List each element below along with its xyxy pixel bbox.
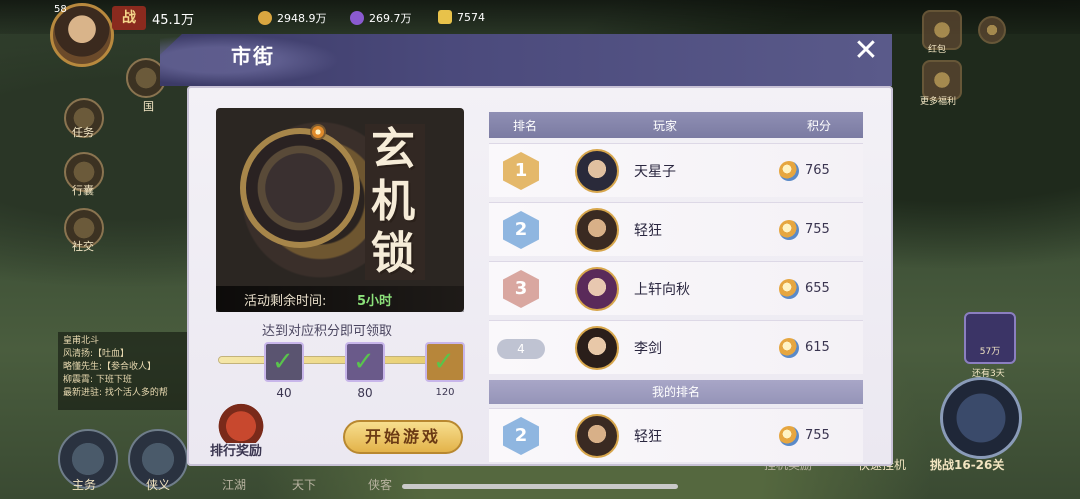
ranking-row[interactable]: 2 轻狂 755 [489, 202, 863, 256]
chat-line: 略懂先生:【参合收人】 [63, 362, 157, 372]
rank-reward-label[interactable]: 排行奖励 [210, 440, 262, 459]
coin-event-box[interactable]: 57万 [964, 312, 1016, 364]
chat-line: 柳震霄: 下班下班 [63, 375, 132, 385]
red-packet-label: 红包 [928, 45, 947, 55]
side-menu-social-label: 社交 [72, 240, 94, 253]
bronze-medal-icon: 3 [503, 270, 539, 308]
my-rank-title: 我的排名 [489, 380, 863, 404]
currency-value: 269.7万 [369, 12, 412, 25]
ranking-header: 排名 玩家 积分 [489, 112, 863, 138]
avatar[interactable] [575, 326, 619, 370]
avatar[interactable] [575, 208, 619, 252]
power-value: 45.1万 [152, 13, 194, 28]
milestone-value: 40 [276, 386, 292, 400]
score-coin-icon [779, 338, 799, 358]
chat-line: 风清扬:【吐血】 [63, 349, 130, 359]
check-icon: ✓ [272, 347, 294, 377]
player-name: 李剑 [634, 341, 662, 357]
start-game-button[interactable]: 开始游戏 [343, 420, 463, 454]
settings-icon[interactable] [978, 16, 1006, 44]
challenge-swords-icon[interactable] [940, 377, 1022, 459]
score-coin-icon [779, 161, 799, 181]
challenge-label[interactable]: 挑战16-26关 [930, 456, 1004, 473]
reward-bag-icon[interactable] [214, 401, 268, 443]
ranking-row[interactable]: 1 天星子 765 [489, 143, 863, 197]
chat-line: 最新进驻: 找个活人多的帮 [63, 388, 168, 398]
player-name: 上轩向秋 [634, 282, 690, 298]
chat-line: 皇甫北斗 [63, 336, 100, 346]
currency-copper[interactable]: 2948.9万 [258, 10, 327, 26]
panel-title: 市街 [231, 44, 275, 68]
more-welfare-label: 更多福利 [920, 97, 957, 107]
milestone-value: 80 [357, 386, 373, 400]
ranking-row[interactable]: 4 李剑 615 [489, 320, 863, 374]
player-name: 天星子 [634, 164, 676, 180]
banner-gem-icon [310, 124, 326, 140]
power-badge: 战 [112, 6, 146, 30]
player-level: 58 [54, 4, 67, 15]
player-score: 755 [805, 222, 830, 237]
home-indicator[interactable] [402, 484, 678, 489]
my-ranking-row[interactable]: 2 轻狂 755 [489, 408, 863, 462]
milestone-value: 120 [435, 387, 455, 398]
silver-medal-icon: 2 [503, 211, 539, 249]
milestone-chest[interactable]: ✓ [425, 342, 465, 382]
hero-label: 国 [143, 100, 154, 113]
bottom-nav-label: 侠客 [368, 478, 393, 492]
banner-title: 玄机锁 [365, 124, 425, 280]
gold-medal-icon: 1 [503, 152, 539, 190]
score-coin-icon [779, 279, 799, 299]
avatar[interactable] [575, 149, 619, 193]
bottom-nav-label: 天下 [292, 478, 317, 492]
mechanism-lock-icon [240, 128, 360, 248]
currency-gem[interactable]: 269.7万 [350, 10, 412, 26]
check-icon: ✓ [433, 347, 455, 377]
bottom-nav-label: 江湖 [222, 478, 247, 492]
chat-quest-log[interactable]: 皇甫北斗 风清扬:【吐血】 略懂先生:【参合收人】 柳震霄: 下班下班 最新进驻… [58, 332, 190, 410]
currency-value: 2948.9万 [277, 12, 327, 25]
player-score: 755 [805, 428, 830, 443]
rank-pill: 4 [497, 339, 545, 359]
player-name: 轻狂 [634, 223, 662, 239]
player-score: 655 [805, 281, 830, 296]
event-banner [216, 108, 464, 312]
close-icon[interactable]: ✕ [850, 36, 882, 68]
purple-gem-icon [350, 11, 364, 25]
copper-coin-icon [258, 11, 272, 25]
currency-value: 7574 [457, 10, 485, 24]
score-progress-bar [218, 356, 448, 364]
bottom-nav-label: 侠义 [146, 478, 171, 492]
milestone-chest[interactable]: ✓ [345, 342, 385, 382]
header-score: 积分 [807, 119, 832, 133]
header-player: 玩家 [653, 119, 678, 133]
player-score: 765 [805, 163, 830, 178]
time-remaining-value: 5小时 [357, 294, 393, 309]
side-menu-quest-label: 任务 [72, 126, 94, 139]
progress-fill [219, 357, 429, 363]
check-icon: ✓ [353, 347, 375, 377]
player-score: 615 [805, 340, 830, 355]
avatar[interactable] [575, 267, 619, 311]
gold-ingot-icon [438, 10, 452, 24]
bottom-nav-label: 主务 [72, 478, 97, 492]
milestone-chest[interactable]: ✓ [264, 342, 304, 382]
coin-box-value: 57万 [979, 347, 1001, 357]
score-coin-icon [779, 220, 799, 240]
time-remaining-label: 活动剩余时间: [244, 294, 327, 309]
currency-ingot[interactable]: 7574 [438, 10, 485, 24]
avatar[interactable] [575, 414, 619, 458]
player-name: 轻狂 [634, 429, 662, 445]
header-rank: 排名 [513, 119, 538, 133]
silver-medal-icon: 2 [503, 417, 539, 455]
side-menu-bag-label: 行囊 [72, 184, 94, 197]
ranking-row[interactable]: 3 上轩向秋 655 [489, 261, 863, 315]
score-coin-icon [779, 426, 799, 446]
reward-hint: 达到对应积分即可领取 [262, 324, 393, 339]
